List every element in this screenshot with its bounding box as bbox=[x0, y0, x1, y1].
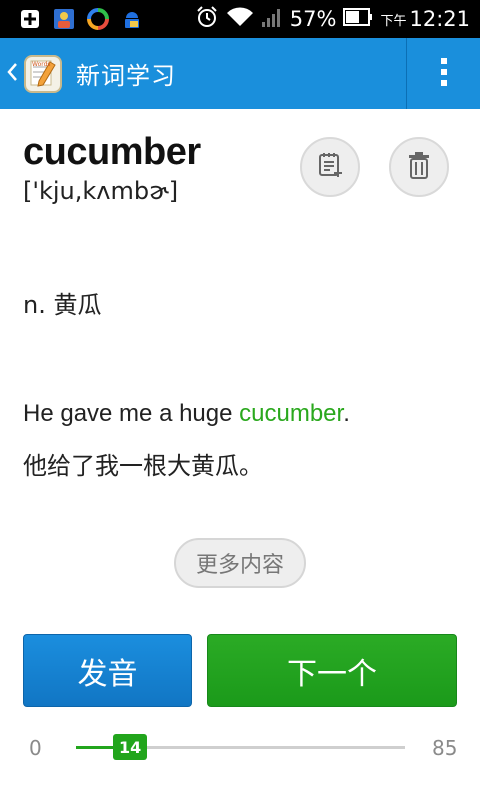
next-word-button[interactable]: 下一个 bbox=[207, 634, 457, 707]
android-lock-icon bbox=[120, 7, 144, 31]
example-translation: 他给了我一根大黄瓜。 bbox=[23, 452, 263, 480]
word-term: cucumber bbox=[23, 131, 201, 173]
battery-icon bbox=[343, 7, 373, 31]
time-prefix: 下午 bbox=[380, 13, 407, 29]
plus-box-icon bbox=[18, 7, 42, 31]
example-highlight-word: cucumber bbox=[239, 400, 344, 427]
action-bar: Words 新词学习 bbox=[0, 38, 480, 109]
status-bar: 57% 下午 12:21 bbox=[0, 0, 480, 38]
overflow-menu-button[interactable] bbox=[407, 38, 480, 109]
words-notebook-icon: Words bbox=[22, 53, 64, 95]
svg-text:Words: Words bbox=[32, 61, 51, 68]
alarm-icon bbox=[195, 5, 219, 34]
up-navigation[interactable]: Words 新词学习 bbox=[4, 38, 204, 109]
example-sentence-end: . bbox=[343, 400, 350, 427]
example-sentence: He gave me a huge cucumber. bbox=[23, 400, 350, 428]
trash-icon bbox=[405, 150, 433, 184]
photo-icon bbox=[52, 7, 76, 31]
add-to-notebook-icon bbox=[315, 150, 345, 184]
more-content-button[interactable]: 更多内容 bbox=[174, 538, 306, 588]
delete-word-button[interactable] bbox=[389, 137, 449, 197]
screen: 57% 下午 12:21 Words 新词学习 cucumber ['kju,k… bbox=[0, 0, 480, 800]
overflow-menu-icon bbox=[440, 57, 448, 91]
progress-max-label: 85 bbox=[432, 736, 458, 760]
chevron-left-icon bbox=[6, 61, 20, 87]
screen-title: 新词学习 bbox=[76, 62, 176, 90]
add-to-notebook-button[interactable] bbox=[300, 137, 360, 197]
battery-percent: 57% bbox=[289, 7, 337, 31]
signal-icon bbox=[261, 6, 283, 33]
progress-min-label: 0 bbox=[29, 736, 42, 760]
word-phonetic: ['kju,kʌmbɚ] bbox=[23, 177, 179, 205]
wifi-icon bbox=[226, 6, 254, 33]
pronounce-button[interactable]: 发音 bbox=[23, 634, 192, 707]
word-definition: n. 黄瓜 bbox=[23, 291, 102, 319]
progress-thumb[interactable]: 14 bbox=[113, 734, 148, 760]
clock-time: 12:21 bbox=[409, 7, 470, 31]
sync-icon bbox=[86, 7, 110, 31]
example-sentence-start: He gave me a huge bbox=[23, 400, 240, 427]
